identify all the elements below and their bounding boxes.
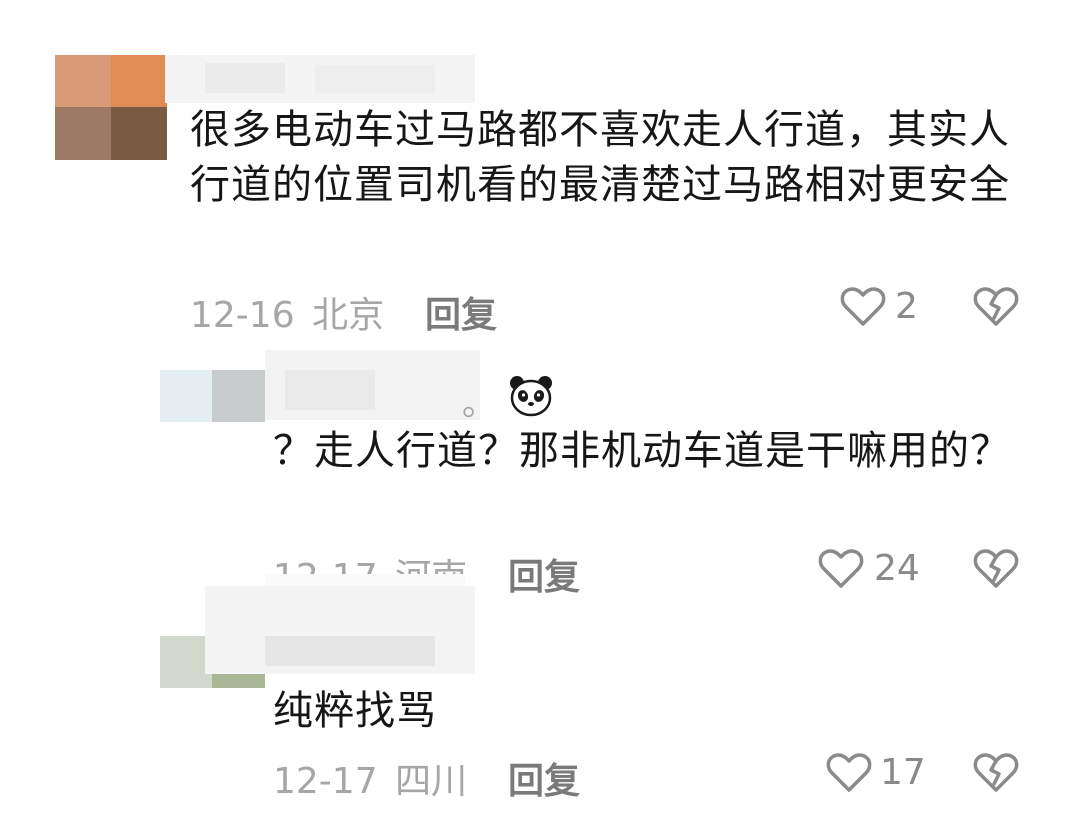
like-button[interactable] bbox=[840, 286, 886, 328]
dislike-button[interactable] bbox=[973, 548, 1019, 590]
comment-location: 四川 bbox=[395, 761, 468, 802]
like-button[interactable] bbox=[826, 752, 872, 794]
dislike-button[interactable] bbox=[973, 286, 1019, 328]
comment-text: 纯粹找骂 bbox=[273, 688, 437, 734]
reply-button[interactable]: 回复 bbox=[425, 286, 497, 338]
dislike-button[interactable] bbox=[973, 752, 1019, 794]
username-suffix: 。 bbox=[462, 384, 496, 424]
broken-heart-icon bbox=[973, 753, 1019, 792]
like-button[interactable] bbox=[818, 548, 864, 590]
heart-outline-icon bbox=[826, 753, 872, 792]
reply-button[interactable]: 回复 bbox=[508, 752, 580, 804]
heart-outline-icon bbox=[840, 287, 886, 326]
like-count: 2 bbox=[895, 286, 918, 327]
panda-emoji bbox=[508, 374, 554, 418]
broken-heart-icon bbox=[973, 549, 1019, 588]
reply-button[interactable]: 回复 bbox=[508, 548, 580, 600]
heart-outline-icon bbox=[818, 549, 864, 588]
broken-heart-icon bbox=[973, 287, 1019, 326]
comment-location: 北京 bbox=[312, 295, 385, 336]
comment-date: 12-16 bbox=[190, 295, 295, 336]
comment-text: ？走人行道？那非机动车道是干嘛用的？ bbox=[273, 428, 1011, 474]
like-count: 24 bbox=[874, 548, 920, 589]
comment-meta: 12-17 四川 bbox=[273, 752, 467, 804]
comment-text: 很多电动车过马路都不喜欢走人行道，其实人行道的位置司机看的最清楚过马路相对更安全 bbox=[190, 107, 1010, 208]
comment-date: 12-17 bbox=[273, 761, 378, 802]
panda-face-icon bbox=[510, 376, 552, 417]
like-count: 17 bbox=[880, 752, 926, 793]
username-blurred[interactable] bbox=[265, 350, 480, 420]
avatar[interactable] bbox=[55, 55, 167, 160]
username-blurred[interactable] bbox=[165, 55, 475, 103]
comment-meta: 12-16 北京 bbox=[190, 286, 384, 338]
avatar[interactable] bbox=[160, 370, 265, 422]
username-blurred[interactable] bbox=[205, 586, 475, 674]
